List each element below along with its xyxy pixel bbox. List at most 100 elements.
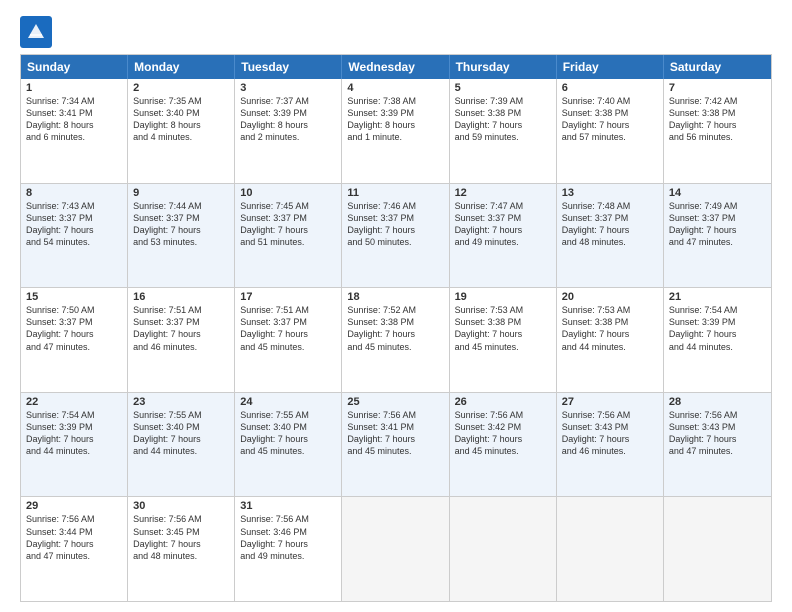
day-number: 20 [562, 291, 658, 303]
day-info: Sunrise: 7:47 AMSunset: 3:37 PMDaylight:… [455, 200, 551, 249]
day-cell-28: 28Sunrise: 7:56 AMSunset: 3:43 PMDayligh… [664, 393, 771, 497]
day-cell-19: 19Sunrise: 7:53 AMSunset: 3:38 PMDayligh… [450, 288, 557, 392]
day-cell-11: 11Sunrise: 7:46 AMSunset: 3:37 PMDayligh… [342, 184, 449, 288]
calendar-body: 1Sunrise: 7:34 AMSunset: 3:41 PMDaylight… [21, 79, 771, 601]
day-number: 31 [240, 500, 336, 512]
day-number: 7 [669, 82, 766, 94]
day-number: 23 [133, 396, 229, 408]
day-info: Sunrise: 7:35 AMSunset: 3:40 PMDaylight:… [133, 95, 229, 144]
day-cell-10: 10Sunrise: 7:45 AMSunset: 3:37 PMDayligh… [235, 184, 342, 288]
day-info: Sunrise: 7:53 AMSunset: 3:38 PMDaylight:… [562, 304, 658, 353]
day-info: Sunrise: 7:42 AMSunset: 3:38 PMDaylight:… [669, 95, 766, 144]
day-info: Sunrise: 7:37 AMSunset: 3:39 PMDaylight:… [240, 95, 336, 144]
day-cell-30: 30Sunrise: 7:56 AMSunset: 3:45 PMDayligh… [128, 497, 235, 601]
day-number: 8 [26, 187, 122, 199]
day-info: Sunrise: 7:55 AMSunset: 3:40 PMDaylight:… [133, 409, 229, 458]
header-day-monday: Monday [128, 55, 235, 79]
day-number: 14 [669, 187, 766, 199]
day-info: Sunrise: 7:54 AMSunset: 3:39 PMDaylight:… [669, 304, 766, 353]
day-cell-21: 21Sunrise: 7:54 AMSunset: 3:39 PMDayligh… [664, 288, 771, 392]
day-cell-6: 6Sunrise: 7:40 AMSunset: 3:38 PMDaylight… [557, 79, 664, 183]
day-info: Sunrise: 7:39 AMSunset: 3:38 PMDaylight:… [455, 95, 551, 144]
day-cell-27: 27Sunrise: 7:56 AMSunset: 3:43 PMDayligh… [557, 393, 664, 497]
day-number: 15 [26, 291, 122, 303]
calendar: SundayMondayTuesdayWednesdayThursdayFrid… [20, 54, 772, 602]
day-number: 9 [133, 187, 229, 199]
day-cell-8: 8Sunrise: 7:43 AMSunset: 3:37 PMDaylight… [21, 184, 128, 288]
logo-icon [20, 16, 52, 48]
header-day-sunday: Sunday [21, 55, 128, 79]
day-info: Sunrise: 7:53 AMSunset: 3:38 PMDaylight:… [455, 304, 551, 353]
day-cell-24: 24Sunrise: 7:55 AMSunset: 3:40 PMDayligh… [235, 393, 342, 497]
day-cell-17: 17Sunrise: 7:51 AMSunset: 3:37 PMDayligh… [235, 288, 342, 392]
day-number: 26 [455, 396, 551, 408]
day-cell-1: 1Sunrise: 7:34 AMSunset: 3:41 PMDaylight… [21, 79, 128, 183]
empty-cell [342, 497, 449, 601]
header-day-tuesday: Tuesday [235, 55, 342, 79]
day-cell-26: 26Sunrise: 7:56 AMSunset: 3:42 PMDayligh… [450, 393, 557, 497]
day-info: Sunrise: 7:45 AMSunset: 3:37 PMDaylight:… [240, 200, 336, 249]
day-cell-20: 20Sunrise: 7:53 AMSunset: 3:38 PMDayligh… [557, 288, 664, 392]
day-number: 13 [562, 187, 658, 199]
day-cell-18: 18Sunrise: 7:52 AMSunset: 3:38 PMDayligh… [342, 288, 449, 392]
day-info: Sunrise: 7:56 AMSunset: 3:45 PMDaylight:… [133, 513, 229, 562]
day-number: 4 [347, 82, 443, 94]
day-info: Sunrise: 7:38 AMSunset: 3:39 PMDaylight:… [347, 95, 443, 144]
day-info: Sunrise: 7:51 AMSunset: 3:37 PMDaylight:… [240, 304, 336, 353]
day-number: 30 [133, 500, 229, 512]
calendar-row-5: 29Sunrise: 7:56 AMSunset: 3:44 PMDayligh… [21, 497, 771, 601]
day-info: Sunrise: 7:56 AMSunset: 3:46 PMDaylight:… [240, 513, 336, 562]
logo [20, 16, 54, 48]
day-info: Sunrise: 7:56 AMSunset: 3:41 PMDaylight:… [347, 409, 443, 458]
day-number: 28 [669, 396, 766, 408]
day-info: Sunrise: 7:46 AMSunset: 3:37 PMDaylight:… [347, 200, 443, 249]
header-day-wednesday: Wednesday [342, 55, 449, 79]
day-info: Sunrise: 7:49 AMSunset: 3:37 PMDaylight:… [669, 200, 766, 249]
day-number: 21 [669, 291, 766, 303]
calendar-row-1: 1Sunrise: 7:34 AMSunset: 3:41 PMDaylight… [21, 79, 771, 184]
day-info: Sunrise: 7:40 AMSunset: 3:38 PMDaylight:… [562, 95, 658, 144]
day-number: 11 [347, 187, 443, 199]
day-info: Sunrise: 7:48 AMSunset: 3:37 PMDaylight:… [562, 200, 658, 249]
day-cell-13: 13Sunrise: 7:48 AMSunset: 3:37 PMDayligh… [557, 184, 664, 288]
empty-cell [664, 497, 771, 601]
day-number: 24 [240, 396, 336, 408]
day-info: Sunrise: 7:54 AMSunset: 3:39 PMDaylight:… [26, 409, 122, 458]
day-cell-15: 15Sunrise: 7:50 AMSunset: 3:37 PMDayligh… [21, 288, 128, 392]
day-info: Sunrise: 7:56 AMSunset: 3:43 PMDaylight:… [562, 409, 658, 458]
day-number: 18 [347, 291, 443, 303]
day-cell-29: 29Sunrise: 7:56 AMSunset: 3:44 PMDayligh… [21, 497, 128, 601]
day-info: Sunrise: 7:43 AMSunset: 3:37 PMDaylight:… [26, 200, 122, 249]
day-number: 1 [26, 82, 122, 94]
day-cell-22: 22Sunrise: 7:54 AMSunset: 3:39 PMDayligh… [21, 393, 128, 497]
day-cell-25: 25Sunrise: 7:56 AMSunset: 3:41 PMDayligh… [342, 393, 449, 497]
day-number: 27 [562, 396, 658, 408]
page: SundayMondayTuesdayWednesdayThursdayFrid… [0, 0, 792, 612]
day-number: 6 [562, 82, 658, 94]
day-number: 22 [26, 396, 122, 408]
day-cell-2: 2Sunrise: 7:35 AMSunset: 3:40 PMDaylight… [128, 79, 235, 183]
day-number: 29 [26, 500, 122, 512]
day-info: Sunrise: 7:56 AMSunset: 3:44 PMDaylight:… [26, 513, 122, 562]
day-number: 17 [240, 291, 336, 303]
day-info: Sunrise: 7:50 AMSunset: 3:37 PMDaylight:… [26, 304, 122, 353]
day-info: Sunrise: 7:44 AMSunset: 3:37 PMDaylight:… [133, 200, 229, 249]
day-cell-3: 3Sunrise: 7:37 AMSunset: 3:39 PMDaylight… [235, 79, 342, 183]
calendar-header: SundayMondayTuesdayWednesdayThursdayFrid… [21, 55, 771, 79]
day-number: 16 [133, 291, 229, 303]
day-info: Sunrise: 7:56 AMSunset: 3:42 PMDaylight:… [455, 409, 551, 458]
header-day-thursday: Thursday [450, 55, 557, 79]
day-number: 25 [347, 396, 443, 408]
day-info: Sunrise: 7:51 AMSunset: 3:37 PMDaylight:… [133, 304, 229, 353]
calendar-row-2: 8Sunrise: 7:43 AMSunset: 3:37 PMDaylight… [21, 184, 771, 289]
calendar-row-4: 22Sunrise: 7:54 AMSunset: 3:39 PMDayligh… [21, 393, 771, 498]
day-cell-14: 14Sunrise: 7:49 AMSunset: 3:37 PMDayligh… [664, 184, 771, 288]
empty-cell [557, 497, 664, 601]
day-cell-23: 23Sunrise: 7:55 AMSunset: 3:40 PMDayligh… [128, 393, 235, 497]
day-number: 3 [240, 82, 336, 94]
empty-cell [450, 497, 557, 601]
day-cell-16: 16Sunrise: 7:51 AMSunset: 3:37 PMDayligh… [128, 288, 235, 392]
day-number: 19 [455, 291, 551, 303]
day-cell-5: 5Sunrise: 7:39 AMSunset: 3:38 PMDaylight… [450, 79, 557, 183]
day-cell-9: 9Sunrise: 7:44 AMSunset: 3:37 PMDaylight… [128, 184, 235, 288]
